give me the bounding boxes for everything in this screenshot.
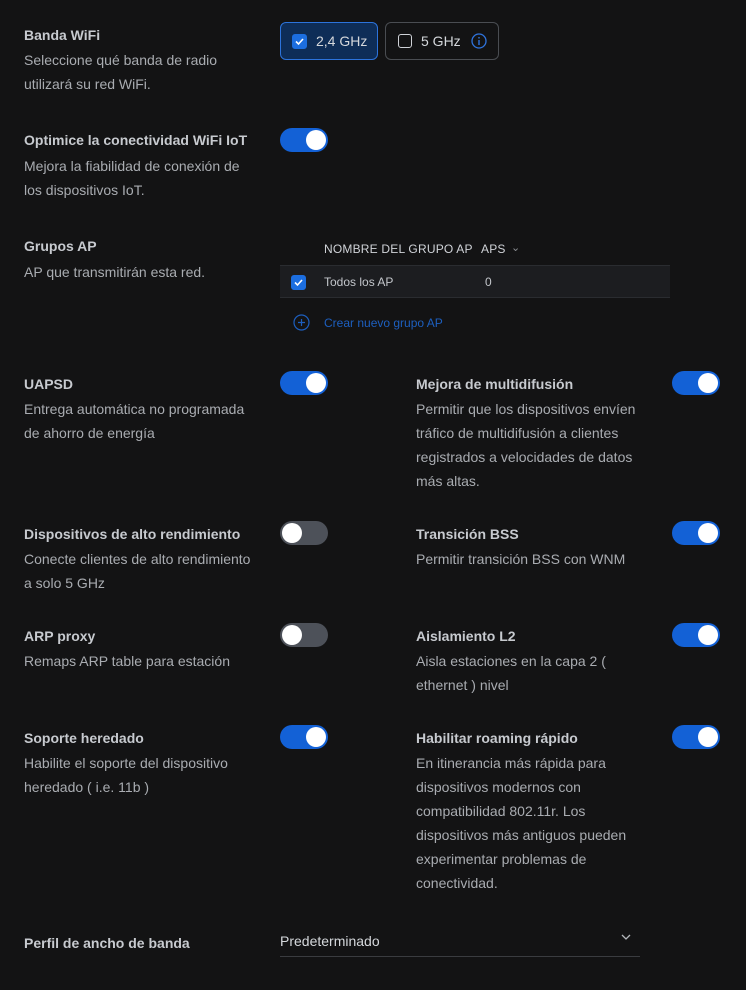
l2-isolation-title: Aislamiento L2 [416,628,516,644]
bss-title: Transición BSS [416,526,519,542]
toggle-knob [698,727,718,747]
info-icon[interactable] [471,33,487,49]
sort-chevron-icon[interactable]: ⌄ [511,241,520,254]
uapsd-title: UAPSD [24,376,74,392]
fast-roaming-title: Habilitar roaming rápido [416,730,578,746]
wifi-band-title: Banda WiFi [24,27,101,43]
create-ap-group-link[interactable]: Crear nuevo grupo AP [293,314,443,331]
toggle-knob [698,625,718,645]
legacy-support-toggle[interactable] [280,725,328,749]
bandwidth-profile-select[interactable]: Predeterminado [280,924,640,957]
bandwidth-profile-value: Predeterminado [280,933,380,949]
arp-proxy-toggle[interactable] [280,623,328,647]
group-name-cell: Todos los AP [324,275,394,289]
band-option-label: 2,4 GHz [316,33,368,49]
iot-title: Optimice la conectividad WiFi IoT [24,132,248,148]
toggle-knob [282,625,302,645]
high-performance-description: Conecte clientes de alto rendimiento a s… [24,551,251,591]
legacy-support-description: Habilite el soporte del dispositivo here… [24,755,228,795]
l2-isolation-toggle[interactable] [672,623,720,647]
legacy-support-title: Soporte heredado [24,730,144,746]
ap-groups-title: Grupos AP [24,238,97,254]
column-header-group-name[interactable]: NOMBRE DEL GRUPO AP [324,242,473,256]
band-option-label: 5 GHz [421,33,461,49]
checkbox-checked-icon [292,33,307,49]
bandwidth-profile-title: Perfil de ancho de banda [24,935,190,951]
band-option-2-4ghz[interactable]: 2,4 GHz [280,22,378,60]
column-header-aps[interactable]: APS [481,242,506,256]
add-circle-icon [293,314,310,331]
fast-roaming-toggle[interactable] [672,725,720,749]
high-performance-toggle[interactable] [280,521,328,545]
toggle-knob [282,523,302,543]
l2-isolation-description: Aisla estaciones en la capa 2 ( ethernet… [416,653,606,693]
checkbox-checked-icon[interactable] [291,275,306,290]
iot-toggle[interactable] [280,128,328,152]
arp-proxy-description: Remaps ARP table para estación [24,653,230,669]
chevron-down-icon [620,931,632,943]
arp-proxy-title: ARP proxy [24,628,96,644]
toggle-knob [306,373,326,393]
aps-count-cell: 0 [485,275,492,289]
iot-description: Mejora la fiabilidad de conexión de los … [24,158,240,198]
multicast-title: Mejora de multidifusión [416,376,574,392]
toggle-knob [698,373,718,393]
table-row[interactable]: Todos los AP 0 [280,265,670,298]
bss-description: Permitir transición BSS con WNM [416,551,626,567]
toggle-knob [306,130,326,150]
create-ap-group-label: Crear nuevo grupo AP [324,315,443,330]
multicast-toggle[interactable] [672,371,720,395]
ap-groups-description: AP que transmitirán esta red. [24,264,206,280]
checkbox-unchecked-icon [398,34,412,48]
uapsd-toggle[interactable] [280,371,328,395]
bss-toggle[interactable] [672,521,720,545]
band-option-5ghz[interactable]: 5 GHz [385,22,499,60]
fast-roaming-description: En itinerancia más rápida para dispositi… [416,755,627,891]
uapsd-description: Entrega automática no programada de ahor… [24,401,245,441]
multicast-description: Permitir que los dispositivos envíen trá… [416,401,636,489]
toggle-knob [306,727,326,747]
high-performance-title: Dispositivos de alto rendimiento [24,526,241,542]
toggle-knob [698,523,718,543]
wifi-band-description: Seleccione qué banda de radio utilizará … [24,52,218,92]
